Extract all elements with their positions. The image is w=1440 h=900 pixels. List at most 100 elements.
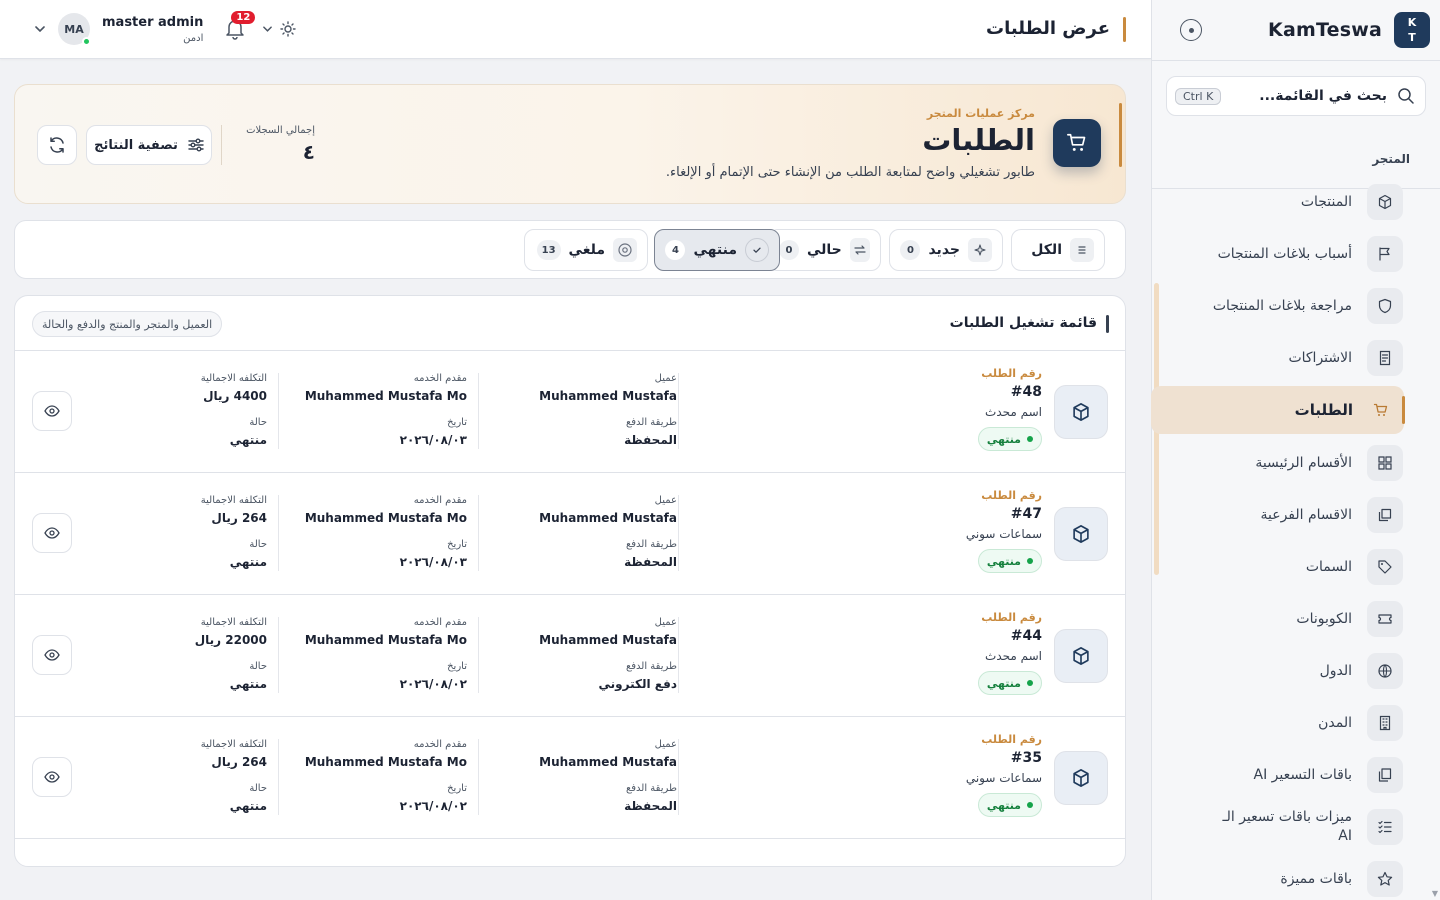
sidebar-search-input[interactable]: Ctrl K بحث في القائمة... xyxy=(1166,76,1426,116)
hero-kicker: مركز عمليات المتجر xyxy=(926,107,1035,120)
sidebar-item-flag[interactable]: أسباب بلاغات المنتجات xyxy=(1187,228,1403,280)
eye-icon xyxy=(44,649,60,661)
view-order-button[interactable] xyxy=(32,757,72,797)
total-records-value: ٤ xyxy=(302,140,315,164)
tab-all[interactable]: الكل xyxy=(1011,229,1105,271)
sidebar-item-copy[interactable]: باقات التسعير AI xyxy=(1187,749,1403,801)
provider-name: Muhammed Mustafa Mo xyxy=(304,633,467,647)
list-title: قائمة تشغيل الطلبات xyxy=(949,315,1097,331)
sidebar-item-cube[interactable]: المنتجات xyxy=(1187,176,1403,228)
provider-name: Muhammed Mustafa Mo xyxy=(304,389,467,403)
order-date: ٢٠٢٦/٠٨/٠٢ xyxy=(399,799,467,813)
sidebar-item-layers[interactable]: الاقسام الفرعية xyxy=(1187,489,1403,541)
provider-label: مقدم الخدمه xyxy=(413,373,467,384)
scroll-down-arrow[interactable]: ▼ xyxy=(1432,889,1438,898)
filter-results-button[interactable]: تصفية النتائج xyxy=(86,125,212,165)
view-order-button[interactable] xyxy=(32,635,72,675)
sidebar-item-shield[interactable]: مراجعة بلاغات المنتجات xyxy=(1187,280,1403,332)
user-info[interactable]: master admin ادمن xyxy=(102,15,203,44)
eye-icon xyxy=(44,405,60,417)
target-icon xyxy=(1188,27,1194,33)
list-scope-chip: العميل والمتجر والمنتج والدفع والحالة xyxy=(32,311,223,337)
provider-name: Muhammed Mustafa Mo xyxy=(304,755,467,769)
provider-label: مقدم الخدمه xyxy=(413,495,467,506)
brand[interactable]: KamTeswa K T xyxy=(1268,12,1430,48)
view-order-button[interactable] xyxy=(32,391,72,431)
view-order-button[interactable] xyxy=(32,513,72,553)
status-dot xyxy=(1027,436,1033,442)
divider xyxy=(221,125,222,165)
client-name-cell: عميل Muhammed Mustafa xyxy=(487,739,677,769)
ticket-icon xyxy=(1367,601,1403,637)
order-product-name: اسم محدث xyxy=(985,649,1042,663)
sidebar-collapse-button[interactable] xyxy=(1180,19,1202,41)
sidebar-item-grid[interactable]: الأقسام الرئيسية xyxy=(1187,437,1403,489)
refresh-button[interactable] xyxy=(37,125,77,165)
date-label: تاريخ xyxy=(447,661,467,672)
tab-label: الكل xyxy=(1031,242,1062,258)
total-label: التكلفه الاجمالية xyxy=(200,495,267,506)
sidebar-item-label: أسباب بلاغات المنتجات xyxy=(1217,245,1352,262)
package-icon xyxy=(1054,751,1108,805)
payment-label: طريقة الدفع xyxy=(625,783,677,794)
provider-name-cell: مقدم الخدمه Muhammed Mustafa Mo xyxy=(277,373,467,403)
receipt-icon xyxy=(1367,340,1403,376)
search-icon xyxy=(1398,88,1414,104)
order-date: ٢٠٢٦/٠٨/٠٢ xyxy=(399,677,467,691)
copy-icon xyxy=(1367,757,1403,793)
cube-icon xyxy=(1367,184,1403,220)
tab-finished[interactable]: 4 منتهي xyxy=(654,229,780,271)
client-name-cell: عميل Muhammed Mustafa xyxy=(487,617,677,647)
tab-new[interactable]: 0 جديد xyxy=(889,229,1003,271)
tab-cancelled[interactable]: 13 ملغي xyxy=(524,229,648,271)
column-divider xyxy=(278,617,279,693)
user-menu-chevron[interactable] xyxy=(30,26,50,32)
status-badge: منتهي xyxy=(977,671,1042,695)
filter-button-label: تصفية النتائج xyxy=(94,137,178,153)
status-badge-label: منتهي xyxy=(986,554,1021,568)
order-date-cell: تاريخ ٢٠٢٦/٠٨/٠٣ xyxy=(277,417,467,447)
client-label: عميل xyxy=(654,373,677,384)
brand-name: KamTeswa xyxy=(1268,19,1382,41)
order-product-name: سماعات سوني xyxy=(965,527,1042,541)
column-divider xyxy=(678,495,679,571)
tab-count: 4 xyxy=(665,240,686,260)
payment-method: المحفظة xyxy=(624,555,677,569)
sidebar-nav: المنتجات أسباب بلاغات المنتجات مراجعة بلاغ… xyxy=(1151,176,1405,900)
notifications-button[interactable]: 12 xyxy=(225,11,256,40)
sidebar-section-title: المتجر xyxy=(1372,152,1410,166)
column-divider xyxy=(478,373,479,449)
sidebar-item-cart[interactable]: الطلبات xyxy=(1151,386,1405,434)
sidebar-item-ticket[interactable]: الكوبونات xyxy=(1187,593,1403,645)
payment-method: المحفظة xyxy=(624,799,677,813)
theme-toggle[interactable] xyxy=(263,21,297,37)
package-icon xyxy=(1054,507,1108,561)
logo-letter: T xyxy=(1408,31,1416,44)
order-summary: رقم الطلب #47 سماعات سوني منتهي xyxy=(892,489,1042,573)
sidebar-item-label: باقات مميزة xyxy=(1280,870,1352,887)
orders-list-card: قائمة تشغيل الطلبات العميل والمتجر والمن… xyxy=(14,295,1126,867)
sidebar-item-star[interactable]: باقات مميزة xyxy=(1187,853,1403,900)
order-total-cell: التكلفه الاجمالية 22000 ريال xyxy=(77,617,267,647)
status-label: حالة xyxy=(249,783,267,794)
sidebar-item-checklist[interactable]: ميزات باقات تسعير الـ AI xyxy=(1187,801,1403,853)
sidebar-item-building[interactable]: المدن xyxy=(1187,697,1403,749)
list-icon xyxy=(1070,238,1094,262)
date-label: تاريخ xyxy=(447,539,467,550)
star-icon xyxy=(1367,861,1403,897)
orders-hero-card: مركز عمليات المتجر الطلبات طابور تشغيلي … xyxy=(14,84,1126,204)
repeat-icon xyxy=(849,238,870,262)
order-number-label: رقم الطلب xyxy=(981,367,1042,380)
sidebar-search-area: Ctrl K بحث في القائمة... xyxy=(1152,61,1440,189)
sidebar-item-receipt[interactable]: الاشتراكات xyxy=(1187,332,1403,384)
sidebar-item-label: باقات التسعير AI xyxy=(1253,766,1353,783)
tab-current[interactable]: 0 حالي xyxy=(768,229,881,271)
client-label: عميل xyxy=(654,617,677,628)
sidebar-item-globe[interactable]: الدول xyxy=(1187,645,1403,697)
chevron-down-icon xyxy=(263,26,273,32)
provider-name-cell: مقدم الخدمه Muhammed Mustafa Mo xyxy=(277,739,467,769)
order-row: رقم الطلب #47 سماعات سوني منتهي عميل Muhammed… xyxy=(15,473,1125,595)
order-number-label: رقم الطلب xyxy=(981,611,1042,624)
sidebar-item-tag[interactable]: السمات xyxy=(1187,541,1403,593)
avatar[interactable]: MA xyxy=(58,13,91,46)
